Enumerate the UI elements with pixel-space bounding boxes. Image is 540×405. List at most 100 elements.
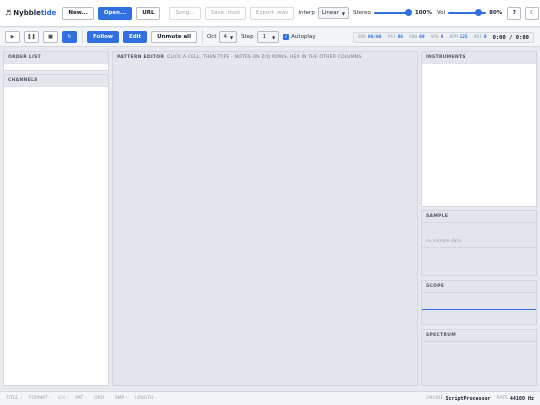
pattern-editor-heading: PATTERN EDITOR [117, 55, 165, 60]
help-button[interactable]: ? [507, 6, 522, 20]
export-wav-button[interactable]: Export .wav [249, 6, 295, 20]
meta-format: FORMAT – [28, 396, 52, 401]
meta-samples: SMP – [114, 396, 128, 401]
bpm-value: 125 [459, 35, 468, 40]
checkmark-icon: ✓ [283, 34, 290, 40]
sample-panel: SAMPLE no sample data [421, 210, 537, 276]
stereo-slider[interactable] [373, 9, 413, 17]
autoplay-label: Autoplay [291, 34, 316, 40]
play-button[interactable]: ▶ [5, 31, 20, 43]
spectrum-view [422, 341, 536, 385]
meta-title: TITLE – [6, 396, 22, 401]
stereo-slider-thumb[interactable] [405, 9, 413, 16]
music-note-icon: ♬ [5, 9, 12, 17]
unmute-all-button[interactable]: Unmute all [151, 31, 197, 43]
chevron-down-icon: ▼ [341, 10, 345, 16]
theme-toggle-button[interactable]: ☾ [525, 6, 540, 20]
octave-value: 4 [223, 34, 227, 40]
channels-body[interactable] [4, 86, 108, 385]
chevron-down-icon: ▼ [229, 34, 234, 40]
volume-percent: 80% [489, 10, 503, 16]
voi-value: 0 [483, 35, 487, 40]
interp-select[interactable]: Linear ▼ [317, 7, 349, 19]
loop-icon: ↻ [67, 34, 72, 40]
transport-bar: ▶ ❚❚ ■ ↻ Follow Edit Unmute all Oct 4 ▼ S… [0, 28, 540, 47]
transport-divider-2 [201, 30, 203, 44]
rate-label: RATE [496, 396, 508, 401]
ord-value: 00/00 [367, 35, 382, 40]
octave-select[interactable]: 4 ▼ [219, 31, 238, 43]
pat-key: PAT [387, 35, 396, 40]
meta-patterns: PAT – [75, 396, 87, 401]
volume-slider-thumb[interactable] [475, 9, 483, 16]
meta-orders: ORD – [93, 396, 108, 401]
channels-panel: CHANNELS [3, 74, 109, 386]
scope-title: SCOPE [426, 284, 445, 289]
pause-icon: ❚❚ [27, 34, 36, 40]
step-value: 1 [262, 34, 267, 40]
row-key: ROW [409, 35, 418, 40]
stereo-percent: 100% [414, 10, 432, 16]
meta-length: LENGTH – [134, 396, 157, 401]
instruments-body[interactable] [422, 63, 536, 206]
stereo-label: Stereo [352, 10, 371, 16]
spectrum-panel: SPECTRUM [421, 329, 537, 386]
vol-label: Vol [436, 10, 446, 16]
row-value: 00 [419, 35, 425, 40]
new-button[interactable]: New... [62, 6, 94, 20]
app-logo: ♬ Nybble tide [5, 9, 56, 17]
follow-button[interactable]: Follow [87, 31, 119, 43]
volume-slider[interactable] [448, 9, 487, 17]
bpm-key: BPM [449, 35, 458, 40]
open-button[interactable]: Open... [97, 6, 133, 20]
status-footer: TITLE – FORMAT – CH – PAT – ORD – SMP – … [0, 391, 540, 405]
spd-value: 6 [440, 35, 444, 40]
stop-icon: ■ [48, 34, 53, 40]
sample-empty-text: no sample data [426, 239, 461, 244]
sample-lower [422, 247, 536, 275]
scope-waveform [422, 309, 536, 310]
save-mod-button[interactable]: Save .mod [204, 6, 246, 20]
engine-label: ENGINE [426, 396, 444, 401]
edit-button[interactable]: Edit [122, 31, 148, 43]
sample-title: SAMPLE [426, 214, 449, 219]
song-button[interactable]: Song... [169, 6, 201, 20]
step-select[interactable]: 1 ▼ [256, 31, 280, 43]
pause-button[interactable]: ❚❚ [24, 31, 39, 43]
ord-key: ORD [357, 35, 366, 40]
instruments-panel: INSTRUMENTS [421, 51, 537, 207]
chevron-down-icon: ▼ [272, 34, 276, 40]
pattern-editor-title: PATTERN EDITOR CLICK A CELL, THEN TYPE - … [113, 52, 417, 62]
app-name-suffix: tide [40, 9, 57, 17]
voi-key: VOI [473, 35, 482, 40]
engine-value: ScriptProcessor [445, 395, 491, 402]
channels-title: CHANNELS [8, 78, 38, 83]
instruments-title: INSTRUMENTS [426, 55, 466, 60]
transport-divider [82, 30, 83, 44]
interp-value: Linear [321, 10, 339, 16]
url-button[interactable]: URL [136, 6, 161, 20]
spectrum-title: SPECTRUM [426, 333, 456, 338]
time-readout: 0:00 / 0:00 [492, 34, 529, 41]
autoplay-checkbox[interactable]: ✓ Autoplay [283, 34, 316, 40]
pat-value: 00 [397, 35, 403, 40]
play-icon: ▶ [10, 34, 15, 40]
scope-view [422, 292, 536, 324]
order-list-body[interactable] [4, 63, 108, 70]
pattern-editor-panel: PATTERN EDITOR CLICK A CELL, THEN TYPE - … [112, 51, 418, 386]
order-list-title: ORDER LIST [8, 55, 41, 60]
toolbar-right: Interp Linear ▼ Stereo 100% Vol 80% ? ☾ [298, 6, 540, 20]
toolbar: ♬ Nybble tide New... Open... URL Song... … [0, 0, 540, 27]
pattern-grid[interactable] [113, 63, 417, 385]
loop-button[interactable]: ↻ [62, 31, 77, 43]
spd-key: SPD [430, 35, 439, 40]
app-name-prefix: Nybble [13, 9, 41, 17]
octave-label: Oct [206, 34, 217, 40]
stop-button[interactable]: ■ [43, 31, 58, 43]
playback-status: ORD 00/00 PAT 00 ROW 00 SPD 6 BPM 125 VOI 0 0:… [352, 32, 534, 43]
engine-info: ENGINE ScriptProcessor RATE 44100 Hz [426, 396, 534, 402]
scope-panel: SCOPE [421, 280, 537, 325]
meta-channels: CH – [58, 396, 69, 401]
rate-value: 44100 Hz [509, 395, 534, 402]
order-list-panel: ORDER LIST [3, 51, 109, 71]
